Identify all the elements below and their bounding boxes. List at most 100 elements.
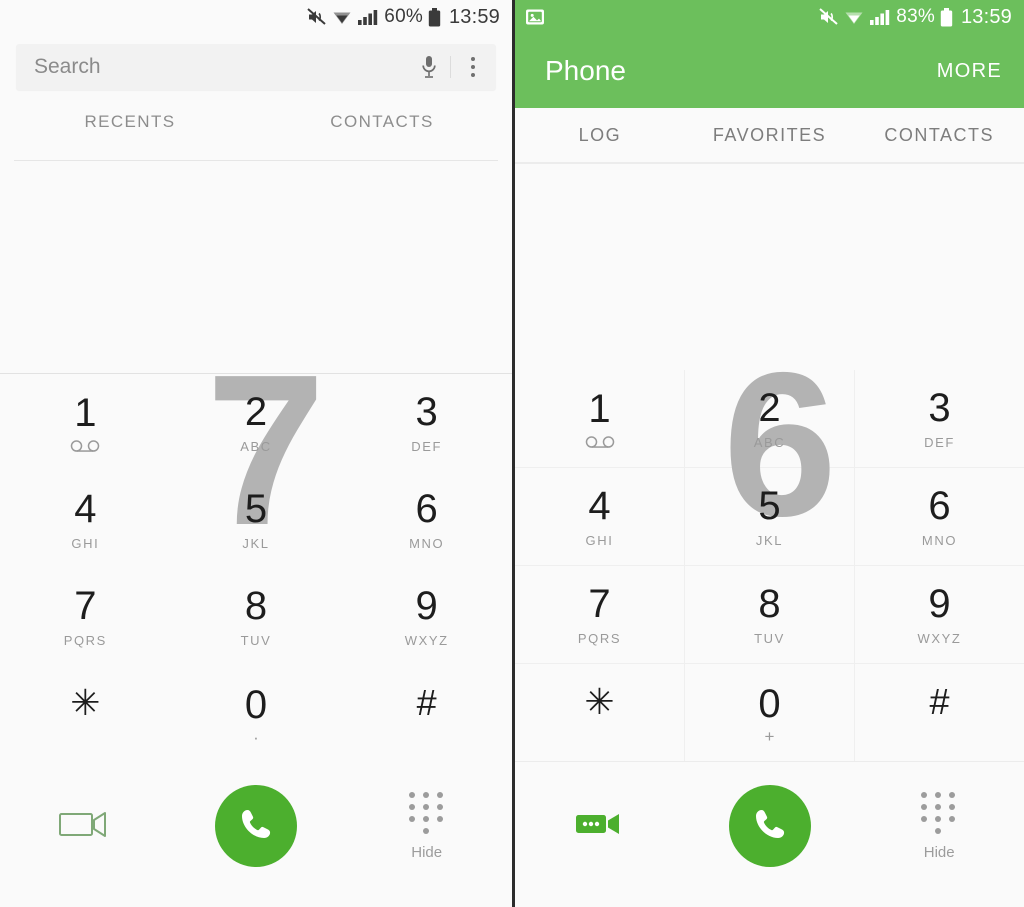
tab-log[interactable]: LOG (515, 125, 685, 146)
left-keypad: 7 1 2 ABC 3 DEF 4 GHI 5 JKL 6 MNO 7 PQRS… (0, 342, 512, 762)
key-star[interactable]: ✳ (515, 664, 685, 761)
key-9[interactable]: 9 WXYZ (341, 568, 512, 665)
hide-keypad-button[interactable]: Hide (854, 791, 1024, 861)
search-divider (450, 56, 451, 78)
key-digit: 4 (588, 484, 611, 528)
keypad-row: 4 GHI 5 JKL 6 MNO (0, 471, 512, 568)
keypad-row: 7 PQRS 8 TUV 9 WXYZ (515, 566, 1024, 664)
video-call-icon (58, 807, 112, 846)
search-bar[interactable]: Search (16, 44, 496, 90)
signal-bars-icon (869, 8, 891, 26)
video-call-button[interactable] (0, 807, 171, 846)
key-6[interactable]: 6 MNO (341, 471, 512, 568)
left-phone-panel: 60% 13:59 Search RECENTS CONTACTS 7 1 2 … (0, 0, 512, 907)
page-title: Phone (545, 55, 626, 86)
key-digit: 1 (74, 390, 97, 435)
call-button-circle[interactable] (728, 785, 811, 867)
key-2[interactable]: 2 ABC (685, 370, 855, 467)
key-letters: · (253, 728, 259, 747)
key-digit: 5 (244, 487, 268, 531)
key-digit: 6 (928, 484, 951, 528)
key-digit: 9 (928, 582, 951, 626)
number-display-area (0, 161, 512, 373)
video-call-button[interactable] (515, 809, 685, 844)
key-5[interactable]: 5 JKL (171, 471, 342, 568)
wifi-icon (844, 8, 864, 26)
tab-contacts[interactable]: CONTACTS (854, 125, 1024, 146)
signal-bars-icon (357, 8, 379, 26)
key-letters: TUV (240, 633, 272, 648)
keypad-row: 7 PQRS 8 TUV 9 WXYZ (0, 568, 512, 665)
keypad-row: 1 2 ABC 3 DEF (515, 370, 1024, 468)
key-0[interactable]: 0 + (685, 664, 855, 761)
hide-label: Hide (411, 843, 443, 861)
mute-icon (307, 8, 327, 26)
key-7[interactable]: 7 PQRS (515, 566, 685, 663)
key-digit: 3 (928, 386, 951, 430)
microphone-icon[interactable] (414, 54, 444, 80)
video-call-icon (574, 809, 626, 844)
key-star[interactable]: ✳ (0, 665, 171, 762)
tab-contacts[interactable]: CONTACTS (256, 112, 508, 148)
key-3[interactable]: 3 DEF (341, 374, 512, 471)
key-digit: # (416, 682, 437, 723)
key-letters: PQRS (577, 631, 622, 646)
call-button[interactable] (685, 785, 855, 867)
key-2[interactable]: 2 ABC (171, 374, 342, 471)
key-digit: ✳ (70, 682, 101, 723)
keypad-dots-icon (408, 791, 445, 834)
key-digit: 0 (244, 683, 268, 727)
key-letters: JKL (242, 536, 270, 551)
call-button[interactable] (171, 785, 342, 867)
screenshot-notification-icon (525, 7, 545, 27)
key-digit: 8 (244, 584, 268, 628)
more-vertical-icon[interactable] (460, 57, 486, 77)
tab-recents[interactable]: RECENTS (4, 112, 256, 148)
search-input[interactable]: Search (34, 55, 414, 79)
key-4[interactable]: 4 GHI (0, 471, 171, 568)
dual-phone-screenshot: 60% 13:59 Search RECENTS CONTACTS 7 1 2 … (0, 0, 1024, 907)
key-hash[interactable]: # (855, 664, 1024, 761)
hide-keypad-button[interactable]: Hide (341, 791, 512, 861)
key-digit: 7 (74, 584, 97, 628)
phone-call-icon (749, 803, 791, 850)
key-letters: WXYZ (404, 633, 449, 648)
right-keypad: 6 1 2 ABC 3 DEF 4 GHI 5 JKL 6 MNO 7 PQRS… (515, 342, 1024, 762)
battery-icon (940, 7, 953, 27)
key-digit: 6 (415, 487, 438, 531)
key-letters: ABC (753, 435, 786, 450)
key-3[interactable]: 3 DEF (855, 370, 1024, 467)
key-7[interactable]: 7 PQRS (0, 568, 171, 665)
battery-icon (428, 7, 441, 27)
key-letters: MNO (409, 536, 445, 551)
mute-icon (819, 8, 839, 26)
tab-favorites[interactable]: FAVORITES (685, 125, 855, 146)
keypad-dots-icon (921, 791, 957, 834)
key-1[interactable]: 1 (0, 374, 171, 471)
wifi-icon (332, 8, 352, 26)
app-bar: Phone MORE (515, 34, 1024, 108)
status-bar-icons: 60% 13:59 (307, 6, 500, 29)
key-letters: ABC (240, 439, 272, 454)
key-hash[interactable]: # (341, 665, 512, 762)
key-digit: 7 (588, 582, 611, 626)
key-0[interactable]: 0 · (171, 665, 342, 762)
key-9[interactable]: 9 WXYZ (855, 566, 1024, 663)
key-letters: TUV (754, 631, 785, 646)
right-tab-bar: LOG FAVORITES CONTACTS (515, 108, 1024, 162)
voicemail-icon (585, 435, 615, 449)
key-digit: # (929, 681, 950, 722)
key-8[interactable]: 8 TUV (685, 566, 855, 663)
key-letters: DEF (411, 439, 443, 454)
battery-percent-label: 60% (384, 6, 423, 27)
key-letters: JKL (755, 533, 784, 548)
key-digit: 3 (415, 390, 438, 434)
key-5[interactable]: 5 JKL (685, 468, 855, 565)
call-button-circle[interactable] (215, 785, 297, 867)
more-button[interactable]: MORE (937, 60, 1002, 83)
key-8[interactable]: 8 TUV (171, 568, 342, 665)
key-1[interactable]: 1 (515, 370, 685, 467)
key-6[interactable]: 6 MNO (855, 468, 1024, 565)
key-4[interactable]: 4 GHI (515, 468, 685, 565)
status-clock: 13:59 (448, 5, 500, 28)
